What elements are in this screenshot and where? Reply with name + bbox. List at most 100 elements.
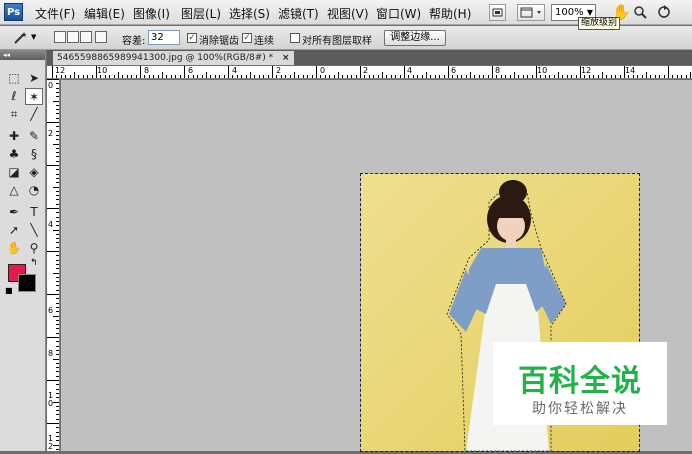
tolerance-input[interactable]: 32 [148,30,180,45]
ruler-tick [56,177,59,179]
menu-edit[interactable]: 编辑(E) [84,5,125,22]
eraser-tool-icon[interactable]: ◪ [5,164,23,181]
eyedropper-tool-icon[interactable]: ╱ [25,106,43,123]
pen-tool-icon[interactable]: ✒ [5,204,23,221]
ruler-tick [56,182,59,184]
ruler-tick [56,431,59,433]
clone-stamp-tool-icon[interactable]: ♣ [5,146,23,163]
ruler-tick [258,75,260,78]
zoom-icon[interactable] [633,5,647,19]
ruler-tick [122,75,124,78]
ruler-top-label: 6 [451,66,457,75]
ruler-tick [100,75,102,78]
ruler-tick [527,75,529,78]
hand-tool-icon[interactable]: ✋ [5,240,23,257]
type-tool-icon[interactable]: T [25,204,43,221]
paint-bucket-tool-icon[interactable]: ◈ [25,164,43,181]
add-selection-button[interactable] [67,31,79,43]
ruler-tick [395,75,397,78]
bridge-button[interactable] [489,4,506,21]
path-selection-tool-icon[interactable]: ➚ [5,222,23,239]
ruler-tick [373,75,375,78]
document-tab[interactable]: 5465598865989941300.jpg @ 100%(RGB/8#) *… [53,51,294,65]
lasso-tool-icon[interactable]: ℓ [5,88,23,105]
ruler-tick [272,66,273,78]
ruler-tick [69,75,71,78]
ruler-tick [109,75,111,78]
ruler-tick [241,75,243,78]
ruler-tick [56,117,59,119]
menu-help[interactable]: 帮助(H) [429,5,471,22]
healing-brush-tool-icon[interactable]: ✚ [5,128,23,145]
magic-wand-icon[interactable] [12,31,28,45]
ruler-tick [346,75,348,78]
new-selection-button[interactable] [54,31,66,43]
antialias-checkbox[interactable]: ✓ [187,33,197,43]
ruler-tick [56,152,59,154]
ruler-tick [285,75,287,78]
ruler-tick [56,268,59,270]
blur-tool-icon[interactable]: △ [5,182,23,199]
sample-all-layers-checkbox[interactable] [290,33,300,43]
ruler-tick [509,75,511,78]
ruler-tick [289,75,291,78]
watermark-title: 百科全说 [518,364,642,399]
menu-view[interactable]: 视图(V) [327,5,369,22]
swap-colors-icon[interactable]: ↰ [30,258,38,268]
ruler-tick [56,440,59,442]
screen-mode-button[interactable] [517,4,545,21]
history-brush-tool-icon[interactable]: § [25,146,43,163]
ruler-tick [65,75,67,78]
ruler-top-label: 0 [320,66,326,75]
ruler-tick [157,75,159,78]
ruler-tick [56,388,59,390]
ruler-tick [355,75,357,78]
brush-tool-icon[interactable]: ✎ [25,128,43,145]
toolbox-header[interactable]: ◂◂ [0,50,45,60]
menu-layer[interactable]: 图层(L) [181,5,221,22]
rotate-icon[interactable] [657,4,672,19]
ruler-tick [153,75,155,78]
magic-wand-tool-icon[interactable]: ✶ [25,88,43,105]
ruler-tick [351,75,353,78]
ruler-tick [377,75,379,78]
ruler-tick [206,72,207,78]
ruler-tick [461,75,463,78]
intersect-selection-button[interactable] [95,31,107,43]
default-colors-icon[interactable]: ■ [5,286,13,295]
ruler-tick [311,75,313,78]
background-color-swatch[interactable] [18,274,36,292]
menu-filter[interactable]: 滤镜(T) [278,5,319,22]
close-icon[interactable]: × [282,53,290,63]
zoom-tool-icon[interactable]: ⚲ [25,240,43,257]
crop-tool-icon[interactable]: ⌗ [5,106,23,123]
move-tool-icon[interactable]: ➤ [25,70,43,87]
ruler-tick [443,75,445,78]
menu-window[interactable]: 窗口(W) [376,5,421,22]
contiguous-checkbox[interactable]: ✓ [242,33,252,43]
ruler-tick [223,75,225,78]
ruler-tick [584,75,586,78]
ruler-top-label: 6 [188,66,194,75]
ruler-tick [571,75,573,78]
tool-preset-chevron-icon[interactable]: ▼ [31,33,36,41]
ruler-tick [131,75,133,78]
ruler-top-label: 4 [407,66,413,75]
ruler-tick [558,72,559,78]
line-tool-icon[interactable]: ╲ [25,222,43,239]
ruler-tick [56,302,59,304]
dodge-tool-icon[interactable]: ◔ [25,182,43,199]
ruler-tick [53,358,59,360]
marquee-tool-icon[interactable]: ⬚ [5,70,23,87]
ruler-tick [232,75,234,78]
ruler-tick [53,100,59,102]
refine-edge-button[interactable]: 调整边缘... [384,30,446,46]
ruler-tick [56,225,59,227]
menu-select[interactable]: 选择(S) [229,5,270,22]
subtract-selection-button[interactable] [80,31,92,43]
ruler-tick [60,75,62,78]
ruler-tick [56,418,59,420]
menu-image[interactable]: 图像(I) [133,5,170,22]
menu-file[interactable]: 文件(F) [35,5,75,22]
ruler-tick [56,332,59,334]
